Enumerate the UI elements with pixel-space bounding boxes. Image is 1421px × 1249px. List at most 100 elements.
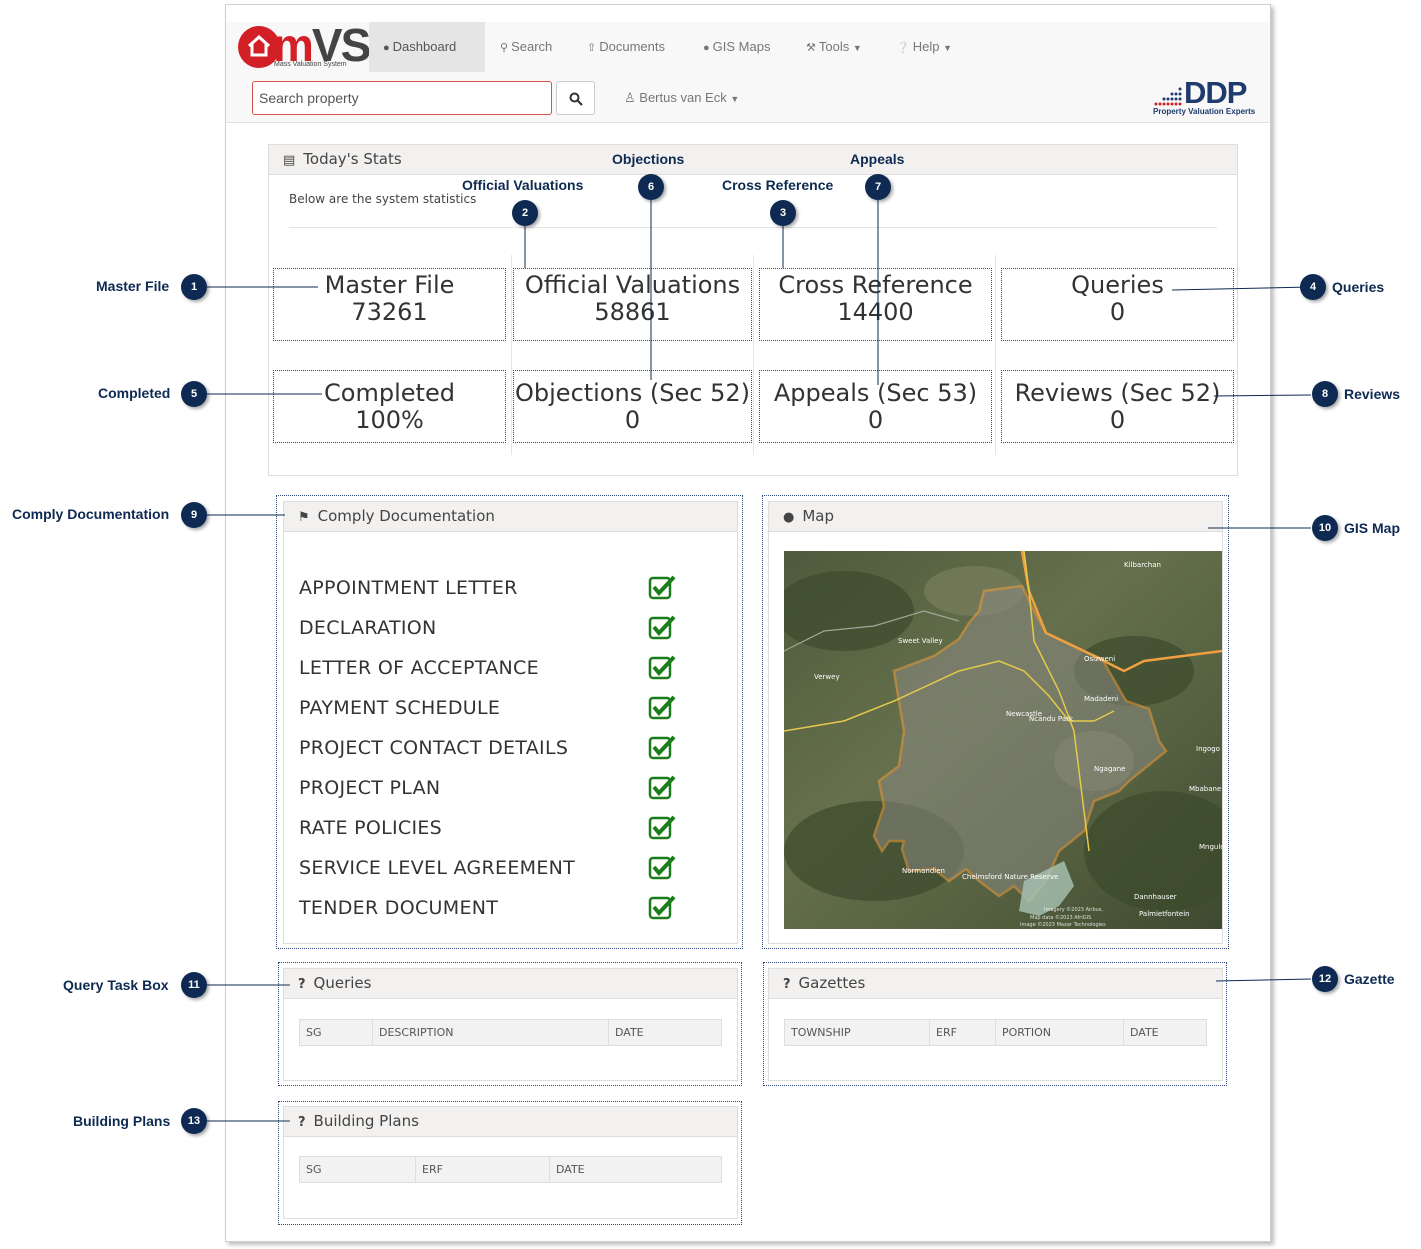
queries-table: SG DESCRIPTION DATE bbox=[299, 1019, 722, 1046]
callout-badge: 6 bbox=[638, 174, 664, 200]
svg-text:Map data ©2023 AfriGIS: Map data ©2023 AfriGIS bbox=[1030, 914, 1091, 921]
nav-help[interactable]: ❔ Help ▼ bbox=[882, 22, 966, 72]
callout-badge: 11 bbox=[181, 972, 207, 998]
gazettes-header: ? Gazettes bbox=[769, 969, 1222, 999]
nav-dashboard[interactable]: ● Dashboard bbox=[369, 22, 485, 72]
map-header: ● Map bbox=[769, 502, 1222, 532]
stat-reviews[interactable]: Reviews (Sec 52) 0 bbox=[1001, 370, 1234, 443]
column-header-erf[interactable]: ERF bbox=[415, 1156, 550, 1183]
column-header-sg[interactable]: SG bbox=[299, 1156, 416, 1183]
column-header-township[interactable]: TOWNSHIP bbox=[784, 1019, 930, 1046]
search-property-input[interactable] bbox=[252, 81, 552, 115]
svg-text:Madadeni: Madadeni bbox=[1084, 695, 1118, 703]
user-icon: ♙ bbox=[624, 90, 636, 105]
nav-search[interactable]: ⚲ Search bbox=[486, 22, 566, 72]
column-header-description[interactable]: DESCRIPTION bbox=[372, 1019, 609, 1046]
svg-text:Ingogo: Ingogo bbox=[1196, 745, 1220, 753]
doc-service-level-agreement[interactable]: SERVICE LEVEL AGREEMENT bbox=[299, 856, 575, 880]
svg-text:Osizweni: Osizweni bbox=[1084, 655, 1115, 663]
svg-text:Verwey: Verwey bbox=[814, 673, 840, 681]
stat-completed[interactable]: Completed 100% bbox=[273, 370, 506, 443]
column-header-erf[interactable]: ERF bbox=[929, 1019, 996, 1046]
stat-master-file[interactable]: Master File 73261 bbox=[273, 268, 506, 341]
callout-badge: 4 bbox=[1300, 274, 1326, 300]
svg-text:Ngagane: Ngagane bbox=[1094, 765, 1125, 773]
question-icon: ? bbox=[783, 977, 791, 992]
gazettes-table: TOWNSHIP ERF PORTION DATE bbox=[784, 1019, 1207, 1046]
svg-text:Mngulo: Mngulo bbox=[1199, 843, 1222, 851]
doc-rate-policies[interactable]: RATE POLICIES bbox=[299, 816, 442, 840]
gis-map[interactable]: Newcastle Ncandu Park Madadeni Osizweni … bbox=[784, 551, 1222, 929]
wrench-icon: ⚒ bbox=[806, 42, 816, 54]
globe-icon: ● bbox=[703, 42, 710, 54]
nav-gis-maps[interactable]: ● GIS Maps bbox=[689, 22, 784, 72]
callout-label: Comply Documentation bbox=[12, 506, 170, 522]
stat-objections[interactable]: Objections (Sec 52) 0 bbox=[513, 370, 752, 443]
nav-documents[interactable]: ⇧ Documents bbox=[573, 22, 679, 72]
callout-badge: 13 bbox=[181, 1108, 207, 1134]
svg-text:Dannhauser: Dannhauser bbox=[1134, 893, 1177, 901]
user-menu[interactable]: ♙ Bertus van Eck ▼ bbox=[624, 86, 739, 111]
svg-text:Normandien: Normandien bbox=[902, 867, 945, 875]
doc-project-contact-details[interactable]: PROJECT CONTACT DETAILS bbox=[299, 736, 568, 760]
check-square-icon bbox=[648, 855, 676, 880]
stats-intro: Below are the system statistics bbox=[289, 192, 477, 206]
column-header-portion[interactable]: PORTION bbox=[995, 1019, 1124, 1046]
check-square-icon bbox=[648, 815, 676, 840]
upload-icon: ⇧ bbox=[587, 42, 597, 54]
column-divider bbox=[511, 255, 512, 455]
ddp-tagline: Property Valuation Experts bbox=[1153, 107, 1256, 116]
caret-down-icon: ▼ bbox=[852, 43, 862, 53]
mvs-tagline: Mass Valuation System bbox=[274, 61, 347, 68]
svg-text:Mbabane: Mbabane bbox=[1189, 785, 1221, 793]
callout-label: Master File bbox=[96, 278, 170, 294]
callout-badge: 2 bbox=[512, 200, 538, 226]
question-icon: ? bbox=[298, 977, 306, 992]
callout-label: Queries bbox=[1332, 279, 1385, 295]
caret-down-icon: ▼ bbox=[730, 94, 740, 104]
building-plans-header: ? Building Plans bbox=[284, 1107, 737, 1137]
doc-declaration[interactable]: DECLARATION bbox=[299, 616, 437, 640]
column-header-date[interactable]: DATE bbox=[608, 1019, 722, 1046]
callout-label: Cross Reference bbox=[722, 177, 834, 193]
column-header-date[interactable]: DATE bbox=[549, 1156, 722, 1183]
search-button[interactable] bbox=[556, 81, 595, 115]
doc-tender-document[interactable]: TENDER DOCUMENT bbox=[299, 896, 498, 920]
svg-text:Sweet Valley: Sweet Valley bbox=[898, 637, 943, 645]
stat-queries[interactable]: Queries 0 bbox=[1001, 268, 1234, 341]
doc-letter-of-acceptance[interactable]: LETTER OF ACCEPTANCE bbox=[299, 656, 539, 680]
svg-text:Imagery ©2023 Airbus,: Imagery ©2023 Airbus, bbox=[1044, 906, 1103, 913]
svg-text:Ncandu Park: Ncandu Park bbox=[1029, 715, 1074, 723]
satellite-map-image: Newcastle Ncandu Park Madadeni Osizweni … bbox=[784, 551, 1222, 929]
search-icon: ⚲ bbox=[500, 42, 509, 54]
search-icon bbox=[569, 92, 583, 106]
check-square-icon bbox=[648, 575, 676, 600]
list-alt-icon: ▤ bbox=[283, 153, 296, 168]
stat-cross-reference[interactable]: Cross Reference 14400 bbox=[759, 268, 992, 341]
column-header-date[interactable]: DATE bbox=[1123, 1019, 1207, 1046]
check-square-icon bbox=[648, 615, 676, 640]
tachometer-icon: ● bbox=[383, 42, 390, 54]
comply-documentation-header: ⚑ Comply Documentation bbox=[284, 502, 737, 532]
stat-appeals[interactable]: Appeals (Sec 53) 0 bbox=[759, 370, 992, 443]
question-icon: ? bbox=[298, 1115, 306, 1130]
stat-official-valuations[interactable]: Official Valuations 58861 bbox=[513, 268, 752, 341]
column-header-sg[interactable]: SG bbox=[299, 1019, 373, 1046]
check-square-icon bbox=[648, 735, 676, 760]
doc-payment-schedule[interactable]: PAYMENT SCHEDULE bbox=[299, 696, 500, 720]
doc-project-plan[interactable]: PROJECT PLAN bbox=[299, 776, 440, 800]
nav-tools[interactable]: ⚒ Tools ▼ bbox=[792, 22, 876, 72]
queries-header: ? Queries bbox=[284, 969, 737, 999]
check-square-icon bbox=[648, 775, 676, 800]
callout-badge: 3 bbox=[770, 200, 796, 226]
check-square-icon bbox=[648, 655, 676, 680]
todays-stats-header: ▤ Today's Stats bbox=[269, 145, 1237, 175]
callout-badge: 1 bbox=[181, 274, 207, 300]
svg-text:Kilbarchan: Kilbarchan bbox=[1124, 561, 1161, 569]
callout-label: Reviews bbox=[1344, 386, 1401, 402]
ddp-dots-icon bbox=[1154, 87, 1182, 106]
callout-label: Completed bbox=[98, 385, 171, 401]
svg-text:Palmietfontein: Palmietfontein bbox=[1139, 910, 1190, 918]
column-divider bbox=[753, 255, 754, 455]
doc-appointment-letter[interactable]: APPOINTMENT LETTER bbox=[299, 576, 518, 600]
